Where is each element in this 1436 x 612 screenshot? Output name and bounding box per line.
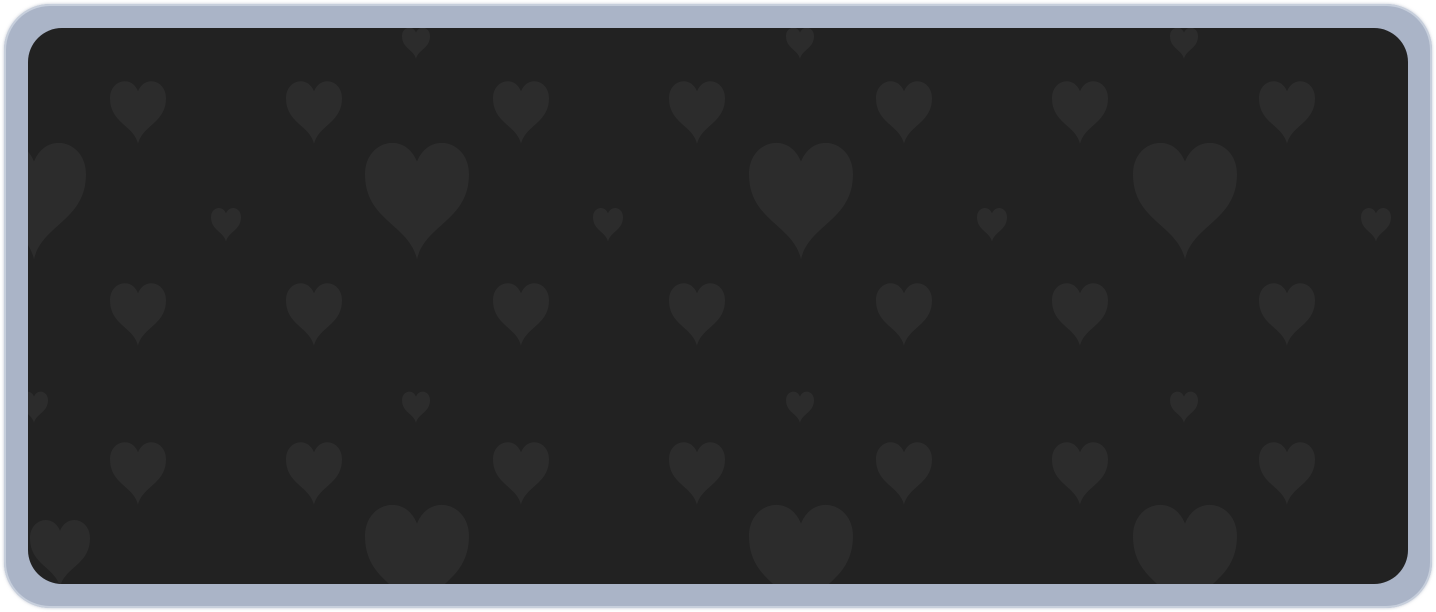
heart-icon [286,442,342,505]
heart-icon [365,505,469,584]
content-panel [28,28,1408,584]
heart-icon [876,283,932,346]
heart-icon [493,283,549,346]
heart-pattern [28,28,1391,584]
heart-icon [1170,391,1198,423]
heart-icon [402,28,430,59]
heart-icon [1052,283,1108,346]
heart-icon [1052,81,1108,144]
heart-icon [1170,28,1198,59]
heart-icon [593,208,623,242]
heart-icon [1133,505,1237,584]
heart-icon [286,81,342,144]
heart-icon [669,283,725,346]
heart-icon [110,81,166,144]
heart-icon [1259,81,1315,144]
heart-icon [977,208,1007,242]
heart-icon [1052,442,1108,505]
heart-icon [786,391,814,423]
heart-icon [493,81,549,144]
heart-icon [749,505,853,584]
heart-icon [365,142,469,260]
heart-icon [1259,283,1315,346]
heart-icon [876,81,932,144]
heart-icon [402,391,430,423]
heart-icon [110,442,166,505]
heart-icon [110,283,166,346]
heart-icon [749,142,853,260]
heart-icon [1259,442,1315,505]
heart-icon [30,520,90,584]
heart-icon [28,391,48,423]
heart-icon [1361,208,1391,242]
heart-icon [669,442,725,505]
heart-icon [669,81,725,144]
heart-icon [786,28,814,59]
heart-icon [1133,142,1237,260]
heart-icon [286,283,342,346]
heart-icon [876,442,932,505]
heart-icon [493,442,549,505]
heart-icon [211,208,241,242]
heart-icon [28,143,86,260]
